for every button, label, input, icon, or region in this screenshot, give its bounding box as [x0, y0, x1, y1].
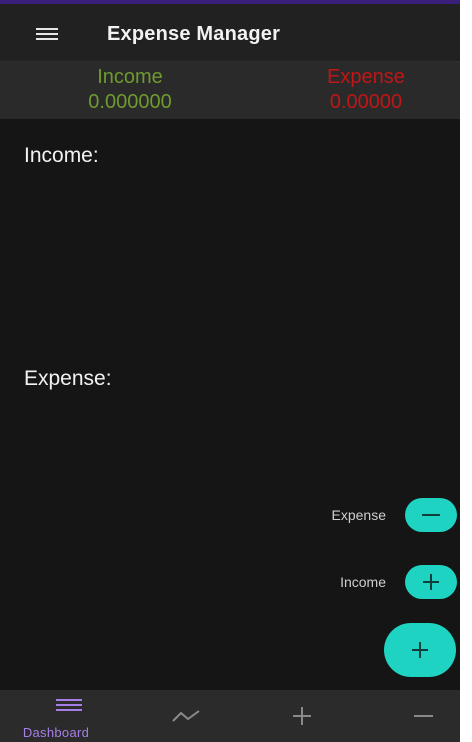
expense-summary: Expense 0.00000: [276, 65, 456, 115]
nav-item-dashboard[interactable]: Dashboard: [0, 690, 115, 742]
income-summary-label: Income: [97, 66, 163, 88]
bottom-navigation: Dashboard: [0, 690, 460, 742]
add-income-fab[interactable]: [405, 565, 457, 599]
minus-icon: [422, 514, 440, 516]
app-title: Expense Manager: [107, 23, 281, 45]
dashboard-lines-icon: [56, 699, 82, 711]
expense-summary-label: Expense: [327, 66, 405, 88]
main-add-fab[interactable]: [384, 623, 456, 677]
add-expense-fab[interactable]: [405, 498, 457, 532]
plus-icon: [293, 707, 311, 725]
plus-icon: [423, 574, 439, 590]
plus-icon: [412, 642, 428, 658]
expense-summary-value: 0.00000: [329, 91, 403, 113]
nav-label-dashboard: Dashboard: [22, 725, 90, 740]
app-screen: Expense Manager Income 0.000000 Expense …: [0, 0, 460, 742]
nav-item-add-expense[interactable]: [345, 690, 460, 742]
app-bar: Expense Manager: [0, 4, 460, 62]
expense-section-heading: Expense:: [24, 367, 112, 390]
hamburger-menu-icon[interactable]: [36, 28, 58, 40]
balance-summary: Income 0.000000 Expense 0.00000: [0, 62, 460, 119]
income-section-heading: Income:: [24, 144, 99, 167]
add-expense-fab-label[interactable]: Expense: [300, 507, 386, 523]
income-summary-value: 0.000000: [88, 91, 172, 113]
nav-item-add-income[interactable]: [230, 690, 345, 742]
add-income-fab-label[interactable]: Income: [300, 574, 386, 590]
trend-line-icon: [172, 710, 200, 722]
minus-icon: [414, 715, 433, 717]
income-summary: Income 0.000000: [40, 65, 220, 115]
screen-edge: [460, 0, 472, 742]
nav-item-trends[interactable]: [115, 690, 230, 742]
